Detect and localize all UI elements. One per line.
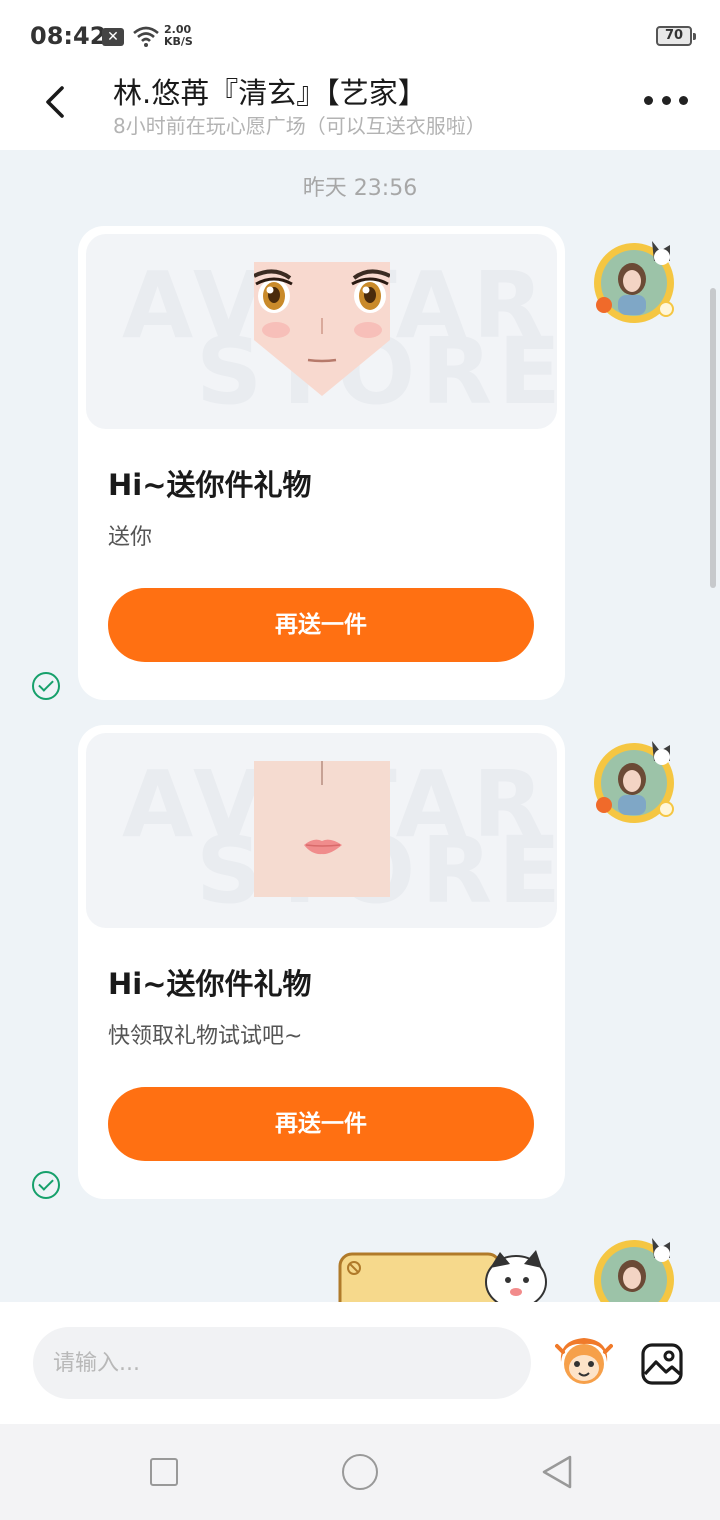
contact-name: 林.悠苒『清玄』【艺家】 <box>113 76 427 110</box>
chevron-left-icon <box>46 86 64 118</box>
notification-icon: ✕ <box>102 28 124 46</box>
scrollbar[interactable] <box>710 288 716 588</box>
system-nav-bar <box>0 1424 720 1520</box>
avatar[interactable] <box>590 735 682 827</box>
eyes-face-item-icon <box>254 262 390 396</box>
lips-item-icon <box>254 761 390 897</box>
resend-gift-button[interactable]: 再送一件 <box>108 1087 534 1161</box>
input-bar <box>0 1302 720 1424</box>
contact-status: 8小时前在玩心愿广场（可以互送衣服啦） <box>113 114 486 138</box>
gift-message-title: Hi~送你件礼物 <box>108 967 312 1001</box>
chat-area[interactable]: 昨天 23:56 AVATAR STORE <box>0 150 720 1302</box>
status-bar: 08:42 ✕ 2.00 KB/S 70 <box>0 0 720 70</box>
gift-message-text: 送你 <box>108 525 153 550</box>
system-back-button[interactable] <box>540 1454 574 1490</box>
avatar[interactable] <box>590 1232 682 1302</box>
gift-message-card: AVATAR STORE Hi~送你件礼物 快领取礼物试试吧~ 再送一件 <box>78 725 565 1199</box>
chat-header: 林.悠苒『清玄』【艺家】 8小时前在玩心愿广场（可以互送衣服啦） <box>0 70 720 150</box>
message-input[interactable] <box>33 1327 531 1399</box>
emoji-sticker-button[interactable] <box>555 1332 613 1390</box>
message-timestamp: 昨天 23:56 <box>302 176 418 201</box>
status-time: 08:42 <box>30 22 107 50</box>
gift-item-preview: AVATAR STORE <box>86 234 557 429</box>
network-speed-unit: KB/S <box>164 35 193 48</box>
gift-item-preview: AVATAR STORE <box>86 733 557 928</box>
gift-message-card: AVATAR STORE Hi~送你 <box>78 226 565 700</box>
wifi-icon <box>133 26 159 47</box>
resend-gift-button[interactable]: 再送一件 <box>108 588 534 662</box>
image-picker-button[interactable] <box>640 1342 684 1386</box>
home-button[interactable] <box>342 1454 378 1490</box>
network-speed: 2.00 KB/S <box>164 24 193 48</box>
more-button[interactable] <box>644 88 688 112</box>
battery-icon: 70 <box>656 26 696 46</box>
back-button[interactable] <box>34 80 78 124</box>
recent-apps-button[interactable] <box>150 1458 178 1486</box>
read-check-icon <box>32 672 60 700</box>
read-check-icon <box>32 1171 60 1199</box>
more-dots-icon <box>644 95 653 105</box>
avatar[interactable] <box>590 235 682 327</box>
gift-message-text: 快领取礼物试试吧~ <box>108 1024 303 1049</box>
gift-message-title: Hi~送你件礼物 <box>108 468 312 502</box>
sticker-message[interactable] <box>338 1250 553 1302</box>
